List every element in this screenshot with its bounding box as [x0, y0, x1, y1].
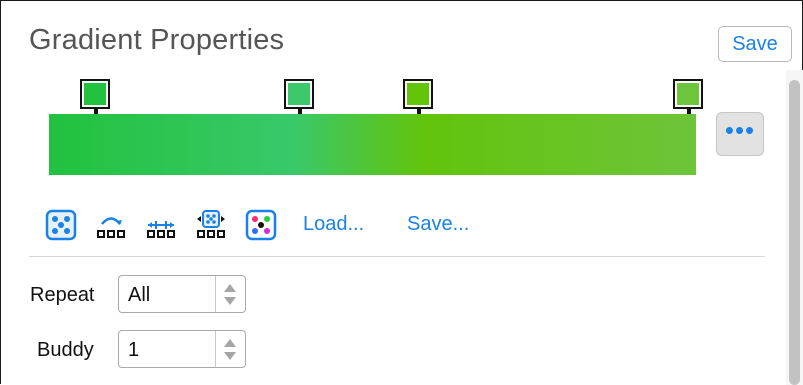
- repeat-value: All: [128, 284, 151, 306]
- reverse-stops-icon[interactable]: [95, 209, 127, 241]
- buddy-label: Buddy: [37, 339, 94, 361]
- gradient-stop-2[interactable]: [284, 79, 314, 115]
- buddy-stepper[interactable]: 1: [118, 330, 246, 368]
- gradient-stop-1[interactable]: [80, 79, 110, 115]
- stop-swatch: [288, 83, 310, 105]
- gradient-preview-bar[interactable]: [49, 114, 696, 175]
- scrollbar-thumb[interactable]: [789, 80, 800, 385]
- decrement-arrow-icon[interactable]: [224, 352, 236, 360]
- gradient-stop-3[interactable]: [403, 79, 433, 115]
- decrement-arrow-icon[interactable]: [224, 297, 236, 305]
- more-options-button[interactable]: •••: [716, 112, 764, 156]
- randomize-dice-icon[interactable]: [45, 209, 77, 241]
- gradient-stop-4[interactable]: [673, 79, 703, 115]
- repeat-stepper-arrows[interactable]: [215, 276, 245, 312]
- section-divider: [29, 256, 765, 257]
- stop-swatch: [84, 83, 106, 105]
- increment-arrow-icon[interactable]: [224, 284, 236, 292]
- save-preset-link[interactable]: Save...: [407, 213, 469, 236]
- panel-frame: [0, 0, 803, 384]
- increment-arrow-icon[interactable]: [224, 339, 236, 347]
- buddy-stepper-arrows[interactable]: [215, 331, 245, 367]
- repeat-stepper[interactable]: All: [118, 275, 246, 313]
- save-button[interactable]: Save: [718, 26, 792, 62]
- repeat-label: Repeat: [30, 284, 95, 306]
- buddy-value: 1: [128, 339, 140, 361]
- page-title: Gradient Properties: [29, 24, 285, 56]
- spread-stops-icon[interactable]: [195, 209, 227, 241]
- distribute-stops-icon[interactable]: [145, 209, 177, 241]
- stop-swatch: [677, 83, 699, 105]
- load-link[interactable]: Load...: [303, 213, 364, 236]
- random-colors-dice-icon[interactable]: [245, 209, 277, 241]
- stop-swatch: [407, 83, 429, 105]
